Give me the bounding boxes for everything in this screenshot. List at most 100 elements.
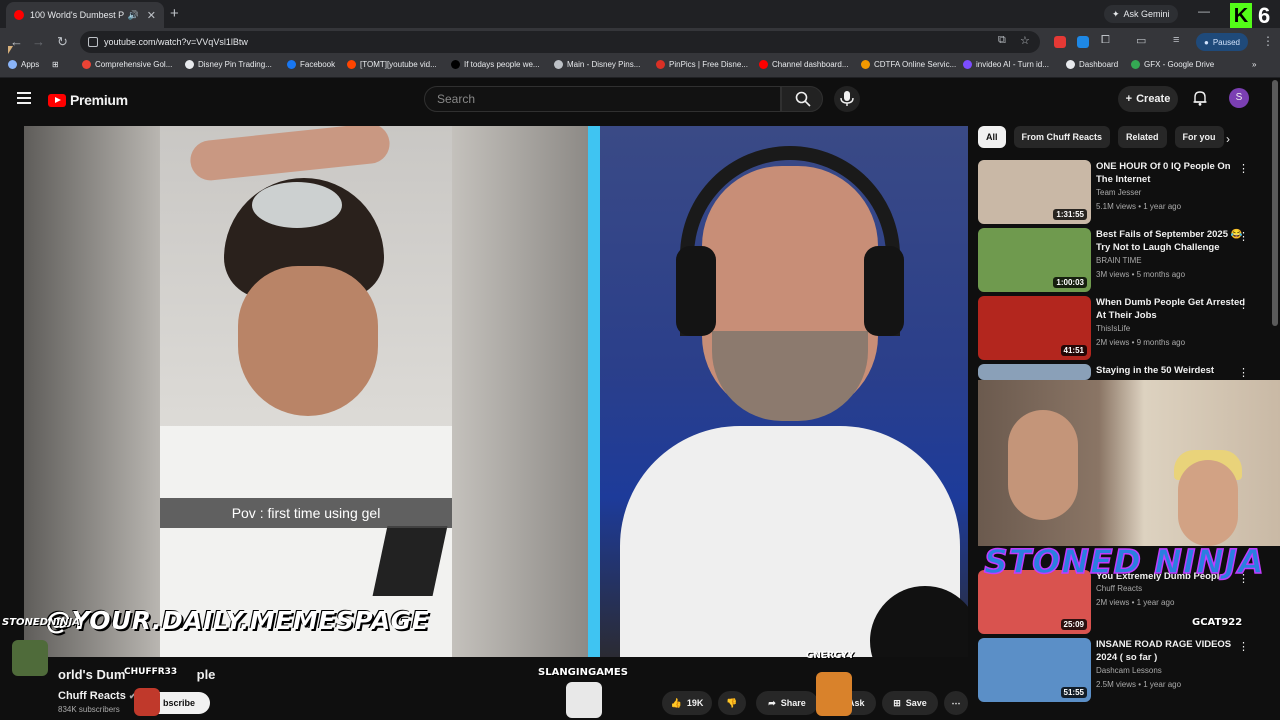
duration-badge: 1:31:55 — [1053, 209, 1087, 220]
bookmark-item[interactable]: Dashboard — [1066, 60, 1118, 69]
bookmark-label: Main - Disney Pins... — [567, 60, 641, 69]
recommended-video[interactable]: 1:00:03 Best Fails of September 2025 😂 Tr… — [978, 228, 1273, 292]
video-thumbnail[interactable]: 41:51 — [978, 296, 1091, 360]
browser-toolbar: ← → ↻ youtube.com/watch?v=VVqVsl1lBtw ⧉ … — [0, 28, 1280, 56]
profile-paused-button[interactable]: ● Paused — [1196, 33, 1248, 51]
bookmark-favicon-icon — [1131, 60, 1140, 69]
recommended-video[interactable]: Staying in the 50 Weirdest ⋮ — [978, 364, 1273, 380]
more-bookmarks-icon[interactable]: » — [1252, 60, 1256, 69]
share-button[interactable]: ➦ Share — [756, 691, 818, 715]
bookmark-favicon-icon — [287, 60, 296, 69]
close-tab-icon[interactable]: ✕ — [147, 9, 156, 22]
bookmark-item[interactable]: [TOMT][youtube vid... — [347, 60, 437, 69]
youtube-premium-logo[interactable]: Premium — [48, 92, 128, 108]
bookmark-item[interactable]: Facebook — [287, 60, 335, 69]
more-actions-button[interactable]: ⋯ — [944, 691, 968, 715]
bookmark-item[interactable]: Apps — [8, 60, 39, 69]
ask-gemini-button[interactable]: ✦ Ask Gemini — [1104, 5, 1178, 23]
recommended-meta: 2M views • 9 months ago — [1096, 338, 1186, 347]
recommended-title[interactable]: ONE HOUR Of 0 IQ People On The Internet — [1096, 160, 1246, 186]
chevron-right-icon[interactable]: › — [1226, 132, 1230, 146]
search-input[interactable]: Search — [424, 86, 781, 112]
recommended-meta: 5.1M views • 1 year ago — [1096, 202, 1182, 211]
video-options-icon[interactable]: ⋮ — [1238, 298, 1249, 311]
channel-name[interactable]: Chuff Reacts ✔ — [58, 690, 136, 702]
bookmark-favicon-icon — [554, 60, 563, 69]
split-divider — [588, 126, 600, 657]
recommended-channel[interactable]: Team Jesser — [1096, 188, 1141, 197]
reading-list-icon[interactable]: ≡ — [1173, 34, 1179, 46]
extension-opera-icon[interactable] — [1054, 36, 1066, 48]
bookmark-item[interactable]: If todays people we... — [451, 60, 540, 69]
share-arrow-icon: ➦ — [768, 697, 776, 708]
video-thumbnail[interactable] — [978, 364, 1091, 380]
recommended-video[interactable]: 51:55 INSANE ROAD RAGE VIDEOS 2024 ( so f… — [978, 638, 1273, 702]
voice-search-button[interactable] — [834, 86, 860, 112]
duration-badge: 1:00:03 — [1053, 277, 1087, 288]
hamburger-menu-icon[interactable] — [17, 92, 31, 104]
tab-groups-icon[interactable]: ⊞ — [52, 60, 59, 69]
bookmark-item[interactable]: Main - Disney Pins... — [554, 60, 640, 69]
tab-search-icon[interactable]: ▭ — [1136, 34, 1146, 47]
save-button[interactable]: ⊞ Save — [882, 691, 938, 715]
filter-chip[interactable]: Related — [1118, 126, 1167, 148]
filter-chip[interactable]: For you — [1174, 126, 1224, 148]
account-avatar[interactable]: S — [1229, 88, 1249, 108]
recommended-channel[interactable]: Dashcam Lessons — [1096, 666, 1162, 675]
bookmark-item[interactable]: Disney Pin Trading... — [185, 60, 272, 69]
address-bar[interactable]: youtube.com/watch?v=VVqVsl1lBtw — [80, 31, 1040, 53]
video-thumbnail[interactable]: 1:31:55 — [978, 160, 1091, 224]
bookmark-item[interactable]: GFX - Google Drive — [1131, 60, 1214, 69]
bookmark-item[interactable]: invideo AI - Turn id... — [963, 60, 1049, 69]
recommended-video[interactable]: 41:51 When Dumb People Get Arrested At Th… — [978, 296, 1273, 360]
browser-tab-active[interactable]: 100 World's Dumbest People 🔊 ✕ — [6, 2, 164, 28]
extension-translate-icon[interactable] — [1077, 36, 1089, 48]
bookmark-favicon-icon — [1066, 60, 1075, 69]
create-button[interactable]: + Create — [1118, 86, 1178, 112]
video-options-icon[interactable]: ⋮ — [1238, 366, 1249, 379]
video-options-icon[interactable]: ⋮ — [1238, 162, 1249, 175]
recommended-channel[interactable]: Chuff Reacts — [1096, 584, 1142, 593]
clip-caption: Pov : first time using gel — [160, 498, 452, 528]
video-options-icon[interactable]: ⋮ — [1238, 230, 1249, 243]
recommended-video[interactable]: 1:31:55 ONE HOUR Of 0 IQ People On The In… — [978, 160, 1273, 224]
video-thumbnail[interactable]: 51:55 — [978, 638, 1091, 702]
notifications-bell-icon[interactable] — [1192, 90, 1208, 106]
recommended-title[interactable]: Staying in the 50 Weirdest — [1096, 364, 1246, 377]
facecam-person-left — [1008, 410, 1078, 520]
video-player[interactable]: Pov : first time using gel — [24, 126, 968, 657]
reload-icon[interactable]: ↻ — [57, 34, 68, 50]
bookmark-item[interactable]: PinPics | Free Disne... — [656, 60, 748, 69]
bookmark-item[interactable]: Channel dashboard... — [759, 60, 849, 69]
bookmark-star-icon[interactable]: ☆ — [1020, 34, 1030, 47]
recommended-title[interactable]: Best Fails of September 2025 😂 Try Not t… — [1096, 228, 1246, 254]
video-options-icon[interactable]: ⋮ — [1238, 640, 1249, 653]
site-info-icon[interactable] — [88, 37, 98, 47]
bookmark-label: PinPics | Free Disne... — [669, 60, 748, 69]
sidebar-scrollbar[interactable] — [1272, 80, 1278, 326]
filter-chip[interactable]: From Chuff Reacts — [1013, 126, 1111, 148]
like-button[interactable]: 👍 19K — [662, 691, 712, 715]
recommended-title[interactable]: INSANE ROAD RAGE VIDEOS 2024 ( so far ) — [1096, 638, 1246, 664]
search-button[interactable] — [781, 86, 823, 112]
bookmark-label: CDTFA Online Servic... — [874, 60, 957, 69]
speaker-icon[interactable]: 🔊 — [128, 10, 139, 21]
new-tab-icon[interactable]: + — [170, 5, 179, 22]
minimize-window-icon[interactable]: — — [1198, 4, 1210, 18]
video-title-end: ple — [196, 667, 216, 682]
bookmark-item[interactable]: CDTFA Online Servic... — [861, 60, 956, 69]
filter-chip[interactable]: All — [978, 126, 1006, 148]
recommended-channel[interactable]: ThisIsLife — [1096, 324, 1130, 333]
overlay-stonedninja-small: STONEDNINJA — [2, 617, 80, 628]
dislike-button[interactable]: 👎 — [718, 691, 746, 715]
bookmark-item[interactable]: Comprehensive Gol... — [82, 60, 172, 69]
stream-facecam-overlay — [978, 380, 1280, 546]
overlay-gcat-label: GCAT922 — [1192, 617, 1243, 628]
install-app-icon[interactable]: ⧉ — [998, 34, 1006, 47]
video-thumbnail[interactable]: 1:00:03 — [978, 228, 1091, 292]
browser-menu-icon[interactable]: ⋮ — [1262, 34, 1274, 48]
forward-arrow-icon[interactable]: → — [32, 34, 45, 49]
recommended-title[interactable]: When Dumb People Get Arrested At Their J… — [1096, 296, 1246, 322]
extensions-puzzle-icon[interactable]: ⧠ — [1101, 34, 1110, 47]
recommended-channel[interactable]: BRAIN TIME — [1096, 256, 1142, 265]
